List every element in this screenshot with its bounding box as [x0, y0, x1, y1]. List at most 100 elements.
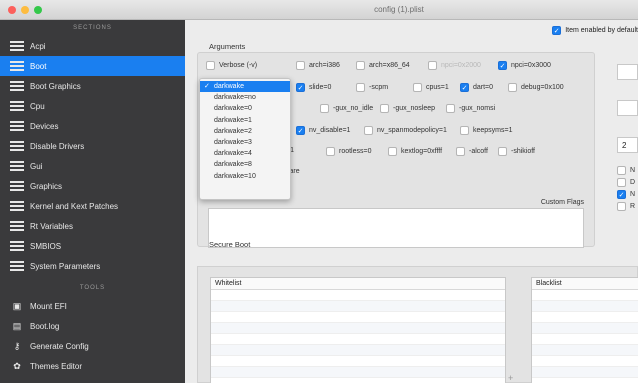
right-field-2[interactable] — [617, 100, 638, 116]
table-row[interactable] — [211, 301, 505, 312]
list-icon — [10, 201, 24, 211]
custom-flags-input[interactable] — [208, 208, 584, 248]
blacklist-table[interactable]: Blacklist — [531, 277, 638, 383]
sidebar-item-graphics[interactable]: Graphics — [0, 176, 185, 196]
list-icon — [10, 261, 24, 271]
right-option-label: N — [630, 191, 636, 198]
flag-checkbox[interactable]: ✓ npci=0x3000 — [498, 61, 551, 70]
add-whitelist-button[interactable]: + — [508, 373, 513, 383]
sidebar-item-acpi[interactable]: Acpi — [0, 36, 185, 56]
table-row[interactable] — [211, 367, 505, 378]
darkwake-dropdown-menu[interactable]: darkwakedarkwake=nodarkwake=0darkwake=1d… — [199, 78, 291, 200]
checkbox-box — [617, 178, 626, 187]
darkwake-option[interactable]: darkwake=0 — [200, 103, 290, 114]
table-row[interactable] — [532, 301, 638, 312]
sidebar-item-label: Boot — [30, 61, 47, 71]
sidebar-item-boot-graphics[interactable]: Boot Graphics — [0, 76, 185, 96]
tool-item-mount-efi[interactable]: ▣ Mount EFI — [0, 296, 185, 316]
table-row[interactable] — [532, 345, 638, 356]
darkwake-option[interactable]: darkwake=1 — [200, 115, 290, 126]
log-icon: ▤ — [12, 320, 22, 331]
sidebar-item-cpu[interactable]: Cpu — [0, 96, 185, 116]
right-option-checkbox[interactable]: R — [617, 202, 635, 211]
flag-checkbox[interactable]: -shikioff — [498, 147, 535, 156]
flag-checkbox[interactable]: ✓ slide=0 — [296, 83, 331, 92]
flag-checkbox[interactable]: arch=i386 — [296, 61, 340, 70]
darkwake-option[interactable]: darkwake=10 — [200, 171, 290, 182]
flag-checkbox[interactable]: arch=x86_64 — [356, 61, 410, 70]
flag-label: rootless=0 — [339, 148, 372, 155]
flag-checkbox[interactable]: -gux_nomsi — [446, 104, 495, 113]
sidebar-item-label: Boot Graphics — [30, 81, 81, 91]
whitelist-header: Whitelist — [211, 278, 505, 290]
darkwake-option[interactable]: darkwake=8 — [200, 159, 290, 170]
flag-checkbox[interactable]: Verbose (-v) — [206, 61, 257, 70]
flag-checkbox[interactable]: debug=0x100 — [508, 83, 564, 92]
checkmark-icon: ✓ — [552, 26, 562, 35]
palette-icon: ✿ — [13, 360, 21, 371]
flag-checkbox[interactable]: ✓ nv_disable=1 — [296, 126, 350, 135]
tool-item-generate-config[interactable]: ⚷ Generate Config — [0, 336, 185, 356]
darkwake-option[interactable]: darkwake — [200, 81, 290, 92]
sidebar-item-label: Graphics — [30, 181, 63, 191]
table-row[interactable] — [532, 334, 638, 345]
flag-label: -gux_no_idle — [333, 105, 374, 112]
flag-label: slide=0 — [309, 84, 332, 91]
flag-label: -scpm — [369, 84, 389, 91]
checkbox-box — [508, 83, 517, 92]
table-row[interactable] — [211, 312, 505, 323]
sidebar-item-smbios[interactable]: SMBIOS — [0, 236, 185, 256]
sidebar-item-system-parameters[interactable]: System Parameters — [0, 256, 185, 276]
flag-checkbox[interactable]: cpus=1 — [413, 83, 449, 92]
tools-heading: TOOLS — [79, 285, 106, 291]
darkwake-option[interactable]: darkwake=4 — [200, 148, 290, 159]
table-row[interactable] — [532, 290, 638, 301]
flag-checkbox[interactable]: -alcoff — [456, 147, 488, 156]
right-option-checkbox[interactable]: D — [617, 178, 635, 187]
table-row[interactable] — [532, 323, 638, 334]
sidebar-item-devices[interactable]: Devices — [0, 116, 185, 136]
sidebar-item-gui[interactable]: Gui — [0, 156, 185, 176]
darkwake-option[interactable]: darkwake=3 — [200, 137, 290, 148]
table-row[interactable] — [211, 290, 505, 301]
table-row[interactable] — [532, 356, 638, 367]
darkwake-option[interactable]: darkwake=2 — [200, 126, 290, 137]
item-enabled-checkbox[interactable]: ✓ Item enabled by default — [552, 26, 638, 35]
sidebar-item-kernel-and-kext-patches[interactable]: Kernel and Kext Patches — [0, 196, 185, 216]
right-option-checkbox[interactable]: ✓ N — [617, 190, 635, 199]
flag-label: -alcoff — [469, 148, 488, 155]
right-option-label: D — [630, 179, 636, 186]
sidebar-item-rt-variables[interactable]: Rt Variables — [0, 216, 185, 236]
sidebar-item-label: Devices — [30, 121, 59, 131]
flag-checkbox[interactable]: -scpm — [356, 83, 388, 92]
flag-checkbox[interactable]: rootless=0 — [326, 147, 372, 156]
table-row[interactable] — [211, 334, 505, 345]
flag-checkbox[interactable]: nv_spanmodepolicy=1 — [364, 126, 447, 135]
flag-checkbox[interactable]: -gux_nosleep — [380, 104, 435, 113]
table-row[interactable] — [211, 345, 505, 356]
flag-checkbox[interactable]: kextlog=0xffff — [388, 147, 442, 156]
sidebar-item-label: Rt Variables — [30, 221, 73, 231]
right-field-1[interactable] — [617, 64, 638, 80]
tool-item-boot-log[interactable]: ▤ Boot.log — [0, 316, 185, 336]
flag-checkbox[interactable]: -gux_no_idle — [320, 104, 373, 113]
table-row[interactable] — [211, 323, 505, 334]
sidebar-item-disable-drivers[interactable]: Disable Drivers — [0, 136, 185, 156]
table-row[interactable] — [532, 312, 638, 323]
flag-checkbox[interactable]: keepsyms=1 — [460, 126, 513, 135]
checkmark-icon: ✓ — [498, 61, 507, 70]
table-row[interactable] — [211, 356, 505, 367]
list-icon — [10, 121, 24, 131]
number-field[interactable]: 2 — [617, 137, 638, 153]
flag-checkbox[interactable]: ✓ dart=0 — [460, 83, 493, 92]
whitelist-table[interactable]: Whitelist — [210, 277, 506, 383]
darkwake-option[interactable]: darkwake=no — [200, 92, 290, 103]
checkmark-icon: ✓ — [296, 83, 305, 92]
tool-item-themes-editor[interactable]: ✿ Themes Editor — [0, 356, 185, 376]
table-row[interactable] — [532, 367, 638, 378]
custom-flags-label: Custom Flags — [540, 199, 584, 206]
title-bar: config (1).plist — [0, 0, 638, 20]
sidebar-item-boot[interactable]: Boot — [0, 56, 185, 76]
flag-checkbox[interactable]: npci=0x2000 — [428, 61, 481, 70]
right-option-checkbox[interactable]: N — [617, 166, 635, 175]
